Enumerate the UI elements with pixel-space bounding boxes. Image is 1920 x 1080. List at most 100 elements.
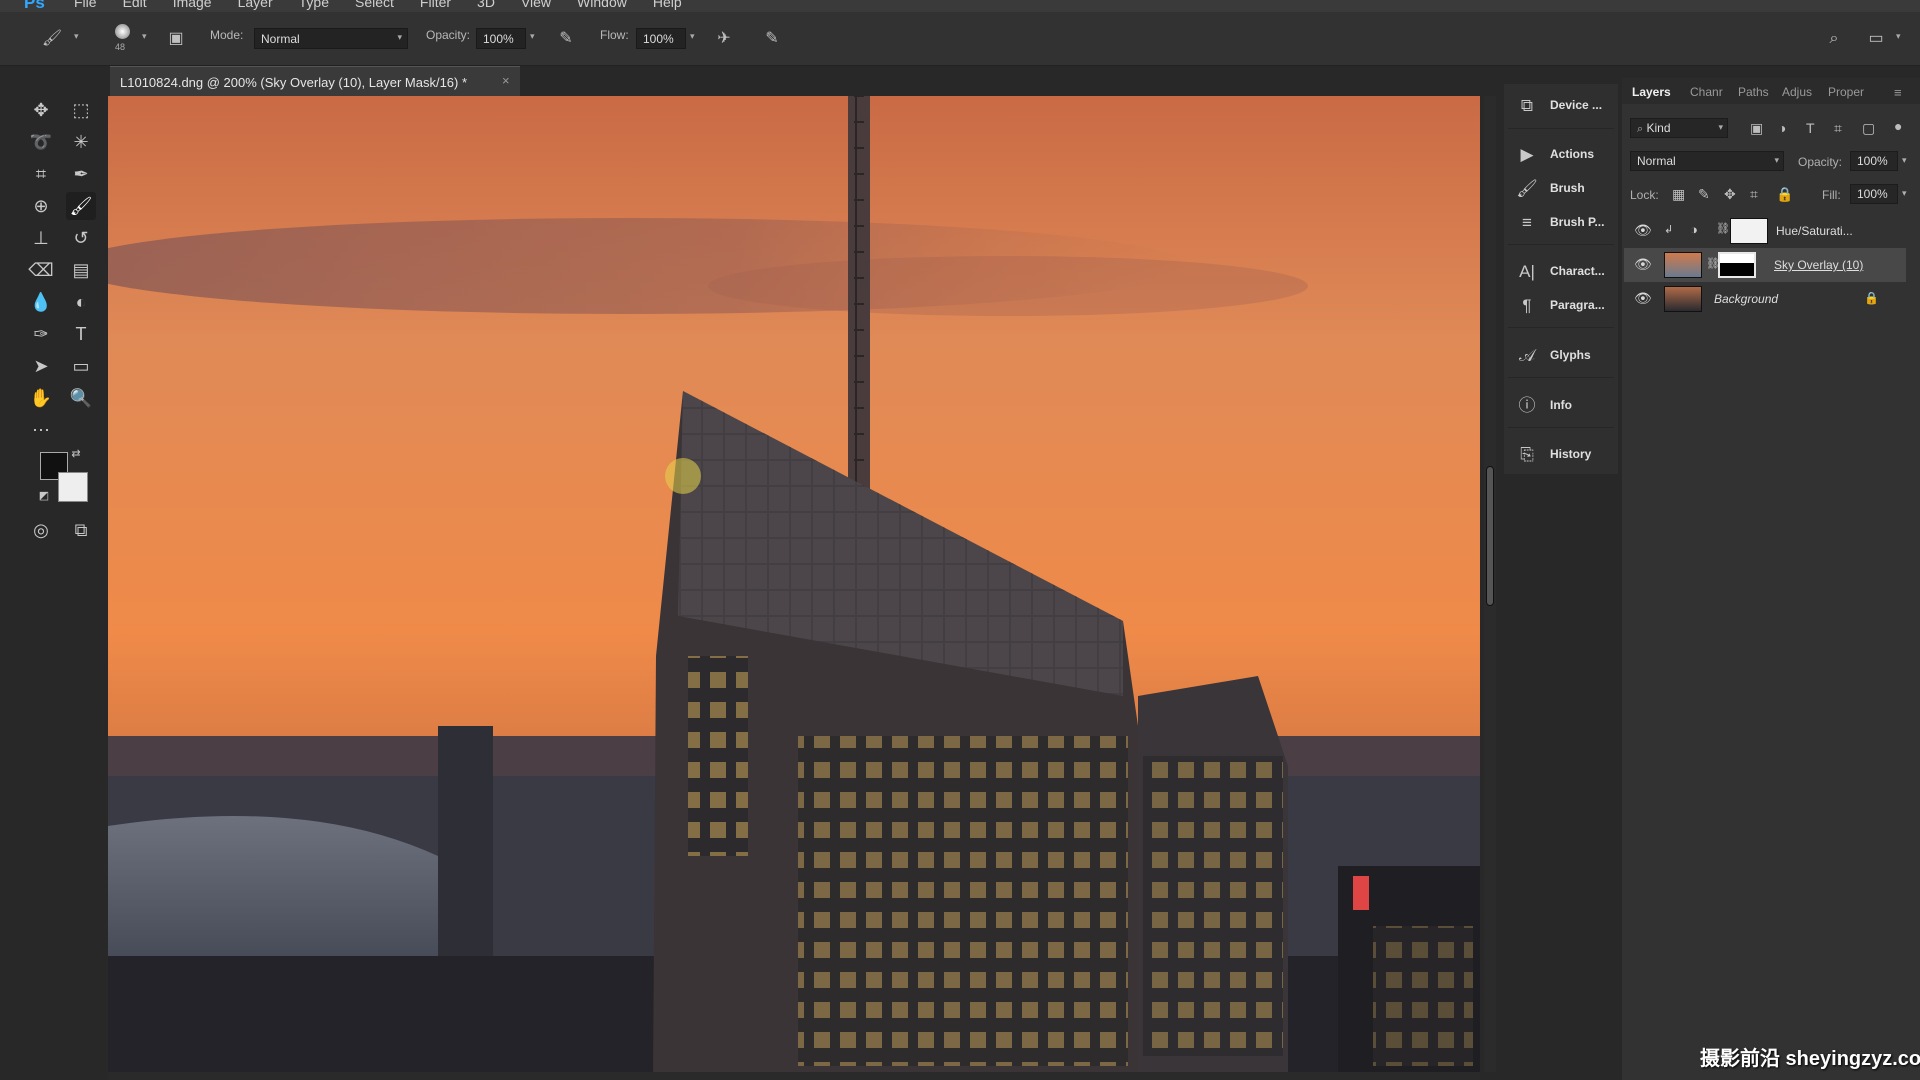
brush-tool-icon[interactable]: 🖌 [40,27,64,51]
visibility-eye-icon[interactable]: 👁 [1634,256,1652,273]
move-tool-icon[interactable]: ✥ [26,96,56,124]
dock-actions[interactable]: ▶ Actions [1504,138,1618,172]
airbrush-icon[interactable]: ✈ [712,27,736,51]
menu-image[interactable]: Image [173,0,212,10]
adjustment-filter-icon[interactable]: ◑ [1778,120,1786,136]
lock-pixels-icon[interactable]: ✎ [1698,186,1710,203]
default-colors-icon[interactable]: ◩ [36,488,52,504]
menu-type[interactable]: Type [299,0,329,10]
opacity-chevron-icon[interactable]: ▾ [530,31,535,42]
eraser-tool-icon[interactable]: ⌫ [26,256,56,284]
opacity-field[interactable]: 100% [476,28,526,49]
tab-paths[interactable]: Paths [1738,85,1769,99]
dock-glyphs[interactable]: 𝒜 Glyphs [1504,339,1618,373]
pen-tool-icon[interactable]: ✑ [26,320,56,348]
tab-adjustments[interactable]: Adjus [1782,85,1812,99]
crop-tool-icon[interactable]: ⌗ [26,160,56,188]
gradient-tool-icon[interactable]: ▤ [66,256,96,284]
visibility-eye-icon[interactable]: 👁 [1634,222,1652,239]
menu-3d[interactable]: 3D [477,0,495,10]
smart-object-filter-icon[interactable]: ▢ [1862,120,1875,137]
zoom-tool-icon[interactable]: 🔍 [66,384,96,412]
layer-filter-select[interactable]: ⌕ Kind ▾ [1630,118,1728,138]
flow-field[interactable]: 100% [636,28,686,49]
layer-name[interactable]: Background [1714,292,1778,306]
tab-properties[interactable]: Proper [1828,85,1864,99]
layer-row-hue-saturation[interactable]: 👁 ↲ ◑ ⛓ Hue/Saturati... [1624,214,1906,248]
panel-menu-icon[interactable]: ≡ [1894,85,1902,100]
dock-info[interactable]: ⓘ Info [1504,389,1618,423]
healing-tool-icon[interactable]: ⊕ [26,192,56,220]
quick-mask-icon[interactable]: ◎ [26,516,56,544]
canvas-scrollbar[interactable] [1484,96,1496,1072]
path-selection-tool-icon[interactable]: ➤ [26,352,56,380]
shape-filter-icon[interactable]: ⌗ [1834,120,1842,137]
fill-field[interactable]: 100% [1850,184,1898,204]
hand-tool-icon[interactable]: ✋ [26,384,56,412]
history-brush-tool-icon[interactable]: ↺ [66,224,96,252]
marquee-tool-icon[interactable]: ⬚ [66,96,96,124]
layer-name[interactable]: Sky Overlay (10) [1774,258,1863,272]
menu-filter[interactable]: Filter [420,0,451,10]
blur-tool-icon[interactable]: 💧 [26,288,56,316]
scrollbar-thumb[interactable] [1486,466,1494,606]
search-icon[interactable]: ⌕ [1822,27,1846,51]
dodge-tool-icon[interactable]: ◐ [66,288,96,316]
brush-preset-picker[interactable]: 48 [110,22,136,56]
type-filter-icon[interactable]: T [1806,120,1815,136]
fill-chevron-icon[interactable]: ▾ [1902,188,1907,199]
type-tool-icon[interactable]: T [66,320,96,348]
dock-character[interactable]: A| Charact... [1504,255,1618,289]
flow-chevron-icon[interactable]: ▾ [690,31,695,42]
menu-help[interactable]: Help [653,0,682,10]
workspace-icon[interactable]: ▭ [1864,27,1888,51]
document-canvas[interactable] [108,96,1480,1072]
menu-view[interactable]: View [521,0,551,10]
layer-name[interactable]: Hue/Saturati... [1776,224,1853,238]
dock-history[interactable]: ⎘ History [1504,438,1618,472]
document-tab[interactable]: L1010824.dng @ 200% (Sky Overlay (10), L… [110,66,520,96]
link-icon[interactable]: ⛓ [1716,222,1730,235]
tab-channels[interactable]: Chanr [1690,85,1723,99]
rectangle-tool-icon[interactable]: ▭ [66,352,96,380]
pressure-opacity-icon[interactable]: ✎ [554,27,578,51]
layer-opacity-field[interactable]: 100% [1850,151,1898,171]
brush-settings-icon[interactable]: ▣ [164,27,188,51]
more-tools-icon[interactable]: ⋯ [26,416,56,444]
background-color-swatch[interactable] [58,472,88,502]
dock-brush[interactable]: 🖌 Brush [1504,172,1618,206]
filter-toggle-icon[interactable]: ● [1894,118,1902,134]
lock-all-icon[interactable]: 🔒 [1776,186,1793,203]
pressure-size-icon[interactable]: ✎ [760,27,784,51]
layer-row-sky-overlay[interactable]: 👁 ⛓ Sky Overlay (10) [1624,248,1906,282]
lock-position-icon[interactable]: ✥ [1724,186,1736,203]
close-icon[interactable]: × [502,73,510,88]
tool-preset-chevron-icon[interactable]: ▾ [74,31,79,42]
clone-stamp-tool-icon[interactable]: ⊥ [26,224,56,252]
menu-select[interactable]: Select [355,0,394,10]
blend-mode-select[interactable]: Normal ▾ [1630,151,1784,171]
menu-layer[interactable]: Layer [238,0,273,10]
lock-transparency-icon[interactable]: ▦ [1672,186,1685,203]
brush-size-chevron-icon[interactable]: ▾ [142,31,147,42]
dock-paragraph[interactable]: ¶ Paragra... [1504,289,1618,323]
magic-wand-tool-icon[interactable]: ✳ [66,128,96,156]
lasso-tool-icon[interactable]: ➰ [26,128,56,156]
lock-artboard-icon[interactable]: ⌗ [1750,186,1758,203]
layer-mask-thumbnail[interactable] [1718,252,1756,278]
layer-mask-thumbnail[interactable] [1730,218,1768,244]
opacity-chevron-icon[interactable]: ▾ [1902,155,1907,166]
menu-file[interactable]: File [74,0,97,10]
dock-brush-presets[interactable]: ≡ Brush P... [1504,206,1618,240]
visibility-eye-icon[interactable]: 👁 [1634,290,1652,307]
dock-device-preview[interactable]: ⧉ Device ... [1504,89,1618,123]
eyedropper-tool-icon[interactable]: ✒ [66,160,96,188]
tab-layers[interactable]: Layers [1632,85,1671,99]
screen-mode-icon[interactable]: ⧉ [66,516,96,544]
mode-select[interactable]: Normal ▾ [254,28,408,49]
layer-thumbnail[interactable] [1664,252,1702,278]
pixel-filter-icon[interactable]: ▣ [1750,120,1763,137]
swap-colors-icon[interactable]: ⇄ [68,446,84,462]
workspace-chevron-icon[interactable]: ▾ [1896,31,1901,42]
layer-thumbnail[interactable] [1664,286,1702,312]
